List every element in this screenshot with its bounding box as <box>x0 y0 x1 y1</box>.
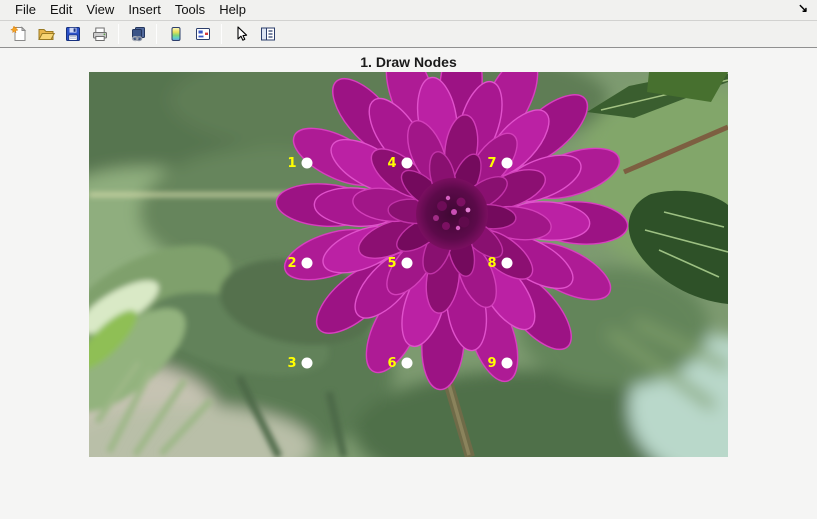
node-label: 9 <box>487 357 496 370</box>
node-dot <box>302 158 313 169</box>
color-panel-button[interactable] <box>163 22 188 46</box>
print-button[interactable] <box>87 22 112 46</box>
toolbar-separator <box>156 24 157 44</box>
open-folder-button[interactable] <box>33 22 58 46</box>
menu-overflow-icon[interactable]: ↘ <box>798 1 808 15</box>
toolbar <box>0 21 817 48</box>
nodes-layer: 1 2 3 4 5 6 7 8 9 <box>89 72 728 457</box>
node-label: 3 <box>287 357 296 370</box>
side-panel-icon <box>259 25 277 43</box>
node-dot <box>502 158 513 169</box>
page-link-button[interactable] <box>125 22 150 46</box>
node-marker-3[interactable]: 3 <box>302 358 313 369</box>
page-title: 1. Draw Nodes <box>0 53 817 72</box>
menu-item-insert[interactable]: Insert <box>121 0 168 20</box>
save-button[interactable] <box>60 22 85 46</box>
node-dot <box>402 258 413 269</box>
node-label: 8 <box>487 257 496 270</box>
node-marker-1[interactable]: 1 <box>302 158 313 169</box>
menubar: File Edit View Insert Tools Help ↘ <box>0 0 817 21</box>
app-window: File Edit View Insert Tools Help ↘ <box>0 0 817 457</box>
save-icon <box>64 25 82 43</box>
new-file-button[interactable] <box>6 22 31 46</box>
color-panel-icon <box>167 25 185 43</box>
photo-canvas[interactable]: 1 2 3 4 5 6 7 8 9 <box>89 72 728 457</box>
print-icon <box>91 25 109 43</box>
node-dot <box>302 258 313 269</box>
node-label: 4 <box>387 157 396 170</box>
node-marker-9[interactable]: 9 <box>502 358 513 369</box>
node-marker-5[interactable]: 5 <box>402 258 413 269</box>
menu-item-file[interactable]: File <box>8 0 43 20</box>
menu-item-view[interactable]: View <box>79 0 121 20</box>
toolbar-separator <box>118 24 119 44</box>
menu-item-help[interactable]: Help <box>212 0 253 20</box>
node-label: 7 <box>487 157 496 170</box>
node-dot <box>502 258 513 269</box>
node-marker-8[interactable]: 8 <box>502 258 513 269</box>
open-folder-icon <box>37 25 55 43</box>
node-label: 2 <box>287 257 296 270</box>
legend-panel-button[interactable] <box>190 22 215 46</box>
node-dot <box>402 158 413 169</box>
node-label: 1 <box>287 157 296 170</box>
side-panel-button[interactable] <box>255 22 280 46</box>
toolbar-separator <box>221 24 222 44</box>
node-marker-7[interactable]: 7 <box>502 158 513 169</box>
menu-item-edit[interactable]: Edit <box>43 0 79 20</box>
menu-item-tools[interactable]: Tools <box>168 0 212 20</box>
new-file-icon <box>10 25 28 43</box>
node-marker-2[interactable]: 2 <box>302 258 313 269</box>
pointer-icon <box>232 25 250 43</box>
pointer-tool-button[interactable] <box>228 22 253 46</box>
node-dot <box>302 358 313 369</box>
node-label: 6 <box>387 357 396 370</box>
node-dot <box>402 358 413 369</box>
node-dot <box>502 358 513 369</box>
node-marker-6[interactable]: 6 <box>402 358 413 369</box>
content-area: 1. Draw Nodes <box>0 48 817 457</box>
legend-panel-icon <box>194 25 212 43</box>
page-link-icon <box>129 25 147 43</box>
node-label: 5 <box>387 257 396 270</box>
node-marker-4[interactable]: 4 <box>402 158 413 169</box>
